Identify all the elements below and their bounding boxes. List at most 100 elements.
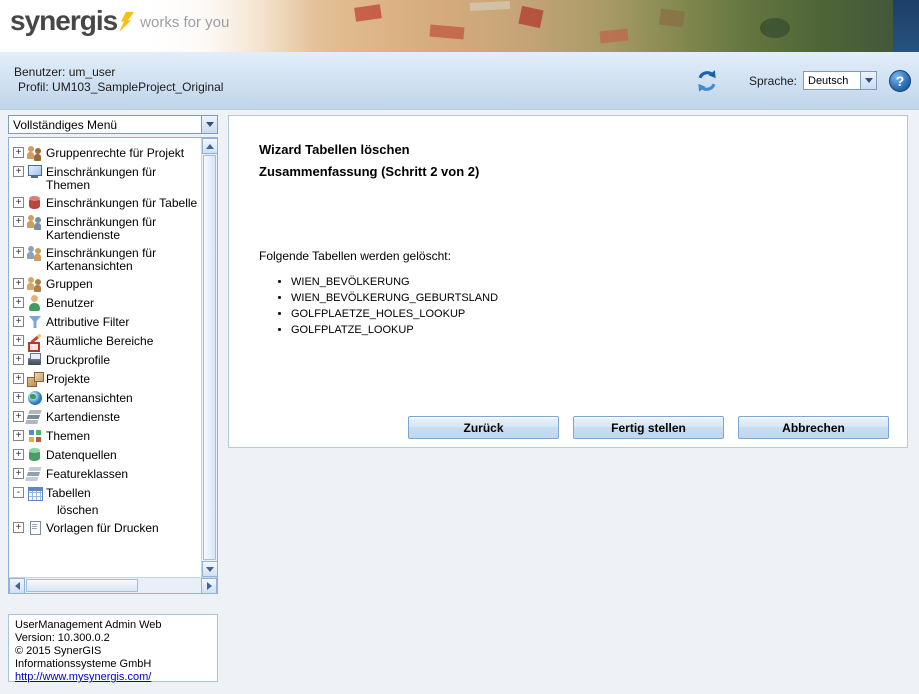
tree-expander[interactable]: +: [13, 197, 24, 208]
user-label: Benutzer:: [14, 65, 66, 79]
tree-item-label[interactable]: Räumliche Bereiche: [46, 333, 153, 348]
company-link[interactable]: http://www.mysynergis.com/: [15, 671, 151, 683]
tree-item-label[interactable]: löschen: [57, 504, 98, 517]
tree-item-druckprofile[interactable]: + Druckprofile: [13, 352, 201, 368]
table-restrictions-icon: [27, 195, 43, 211]
user-info: Benutzer: um_user Profil: UM103_SamplePr…: [14, 65, 223, 95]
tree-item-label[interactable]: Kartenansichten: [46, 390, 133, 405]
tree-expander[interactable]: +: [13, 354, 24, 365]
tree-item-label[interactable]: Vorlagen für Drucken: [46, 520, 159, 535]
tree-item-themen[interactable]: + Themen: [13, 428, 201, 444]
tree-item-label[interactable]: Themen: [46, 428, 90, 443]
tree-item-attributive-filter[interactable]: + Attributive Filter: [13, 314, 201, 330]
tree-item-projekte[interactable]: + Projekte: [13, 371, 201, 387]
tree-expander[interactable]: +: [13, 216, 24, 227]
tree-expander[interactable]: +: [13, 392, 24, 403]
back-button[interactable]: Zurück: [408, 416, 559, 439]
tree-item-raeumliche-bereiche[interactable]: + Räumliche Bereiche: [13, 333, 201, 352]
tree-expander[interactable]: +: [13, 147, 24, 158]
tree-item-featureklassen[interactable]: + Featureklassen: [13, 466, 201, 482]
tree-expander[interactable]: +: [13, 166, 24, 177]
map-decoration: [354, 4, 382, 22]
scroll-down-button[interactable]: [202, 561, 218, 577]
profile-value: UM103_SampleProject_Original: [52, 80, 224, 94]
tree-item-gruppen[interactable]: + Gruppen: [13, 276, 201, 292]
tree-expander[interactable]: +: [13, 278, 24, 289]
tree-item-einschraenkungen-themen[interactable]: + Einschränkungen für Themen: [13, 164, 201, 192]
tree-item-label[interactable]: Benutzer: [46, 295, 94, 310]
tree-expander[interactable]: +: [13, 449, 24, 460]
theme-restrictions-icon: [27, 164, 43, 180]
tree-item-gruppenrechte[interactable]: + Gruppenrechte für Projekt: [13, 145, 201, 161]
copyright-text: © 2015 SynerGIS: [15, 645, 102, 657]
tree-item-einschraenkungen-kartendienste[interactable]: + Einschränkungen für Kartendienste: [13, 214, 201, 242]
tree-expander[interactable]: +: [13, 373, 24, 384]
tree-expander[interactable]: +: [13, 316, 24, 327]
tree-item-label[interactable]: Gruppenrechte für Projekt: [46, 145, 184, 160]
tree-item-kartenansichten[interactable]: + Kartenansichten: [13, 390, 201, 406]
horizontal-scroll-thumb[interactable]: [26, 579, 138, 592]
horizontal-scrollbar[interactable]: [9, 577, 217, 594]
page: synergis works for you Benutzer: um_user…: [0, 0, 919, 694]
scroll-left-button[interactable]: [9, 578, 25, 594]
users-icon: [27, 295, 43, 311]
tree-expander[interactable]: +: [13, 430, 24, 441]
tree-item-label[interactable]: Einschränkungen für Kartenansichten: [46, 245, 201, 273]
tree-item-label[interactable]: Datenquellen: [46, 447, 117, 462]
tree-item-label[interactable]: Featureklassen: [46, 466, 128, 481]
help-icon[interactable]: ?: [889, 69, 911, 92]
tree-expander[interactable]: +: [13, 522, 24, 533]
chevron-down-icon[interactable]: [860, 72, 876, 89]
chevron-down-icon[interactable]: [201, 116, 217, 133]
tree-expander[interactable]: -: [13, 487, 24, 498]
tree-item-einschraenkungen-tabellen[interactable]: + Einschränkungen für Tabellen: [13, 195, 201, 211]
tree-item-label[interactable]: Projekte: [46, 371, 90, 386]
menu-mode-value: Vollständiges Menü: [13, 117, 118, 132]
tables-icon: [27, 485, 43, 501]
scroll-right-button[interactable]: [201, 578, 217, 594]
company-text: Informationssysteme GmbH: [15, 658, 152, 670]
refresh-icon[interactable]: [695, 69, 719, 93]
tree-item-label[interactable]: Tabellen: [46, 485, 91, 500]
map-decoration: [518, 5, 544, 29]
tree-expander[interactable]: +: [13, 335, 24, 346]
tree-viewport: + Gruppenrechte für Projekt + Einschränk…: [9, 138, 201, 577]
language-select[interactable]: Deutsch: [803, 71, 877, 90]
tree-item-datenquellen[interactable]: + Datenquellen: [13, 447, 201, 463]
tree-item-label[interactable]: Druckprofile: [46, 352, 110, 367]
finish-button[interactable]: Fertig stellen: [573, 416, 724, 439]
menu-mode-select[interactable]: Vollständiges Menü: [8, 115, 218, 134]
tree-item-benutzer[interactable]: + Benutzer: [13, 295, 201, 311]
map-views-icon: [27, 390, 43, 406]
tree-item-tabellen[interactable]: - Tabellen: [13, 485, 201, 501]
tree-item-label[interactable]: Einschränkungen für Themen: [46, 164, 201, 192]
attribute-filter-icon: [27, 314, 43, 330]
tables-to-delete-list: WIEN_BEVÖLKERUNG WIEN_BEVÖLKERUNG_GEBURT…: [291, 276, 498, 340]
tree-item-label[interactable]: Kartendienste: [46, 409, 120, 424]
tree-item-einschraenkungen-kartenansichten[interactable]: + Einschränkungen für Kartenansichten: [13, 245, 201, 273]
tree-item-kartendienste[interactable]: + Kartendienste: [13, 409, 201, 425]
tree-expander[interactable]: +: [13, 297, 24, 308]
wizard-panel: Wizard Tabellen löschen Zusammenfassung …: [228, 115, 908, 448]
vertical-scrollbar[interactable]: [201, 138, 218, 577]
profile-label: Profil:: [18, 80, 49, 94]
tree-item-vorlagen-drucken[interactable]: + Vorlagen für Drucken: [13, 520, 201, 536]
tree-item-label[interactable]: Gruppen: [46, 276, 93, 291]
cancel-button[interactable]: Abbrechen: [738, 416, 889, 439]
vertical-scroll-thumb[interactable]: [203, 155, 216, 560]
tree-item-label[interactable]: Einschränkungen für Kartendienste: [46, 214, 201, 242]
tree-item-label[interactable]: Einschränkungen für Tabellen: [46, 195, 198, 210]
tree-expander[interactable]: +: [13, 411, 24, 422]
map-decoration: [659, 8, 685, 28]
print-profiles-icon: [27, 352, 43, 368]
tree-expander[interactable]: +: [13, 468, 24, 479]
tree-item-label[interactable]: Attributive Filter: [46, 314, 129, 329]
map-decoration: [469, 0, 511, 12]
tree-expander[interactable]: +: [13, 247, 24, 258]
app-name: UserManagement Admin Web: [15, 619, 162, 631]
themes-icon: [27, 428, 43, 444]
scroll-up-button[interactable]: [202, 138, 218, 154]
language-select-value: Deutsch: [808, 74, 849, 87]
wizard-title: Wizard Tabellen löschen: [259, 142, 410, 157]
tree-item-tabellen-loeschen[interactable]: löschen: [57, 504, 201, 517]
